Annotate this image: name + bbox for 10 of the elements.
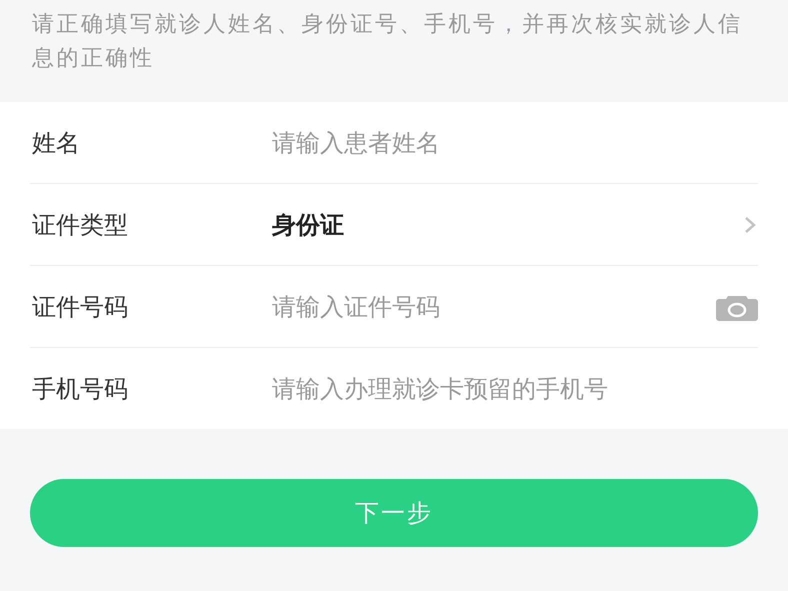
field-label: 证件号码 [32,292,129,322]
id-type-value[interactable]: 身份证 [272,208,744,240]
notice-text: 请正确填写就诊人姓名、身份证号、手机号，并再次核实就诊人信息的正确性 [31,11,744,73]
input-field[interactable]: 请输入证件号码 [272,292,716,320]
input-field[interactable]: 请输入办理就诊卡预留的手机号 [272,374,758,402]
field-label: 手机号码 [32,374,129,404]
input-field[interactable]: 请输入患者姓名 [272,128,758,156]
field-label: 姓名 [32,128,81,158]
chevron-right-icon[interactable] [744,216,756,234]
field-label: 证件类型 [32,210,129,240]
